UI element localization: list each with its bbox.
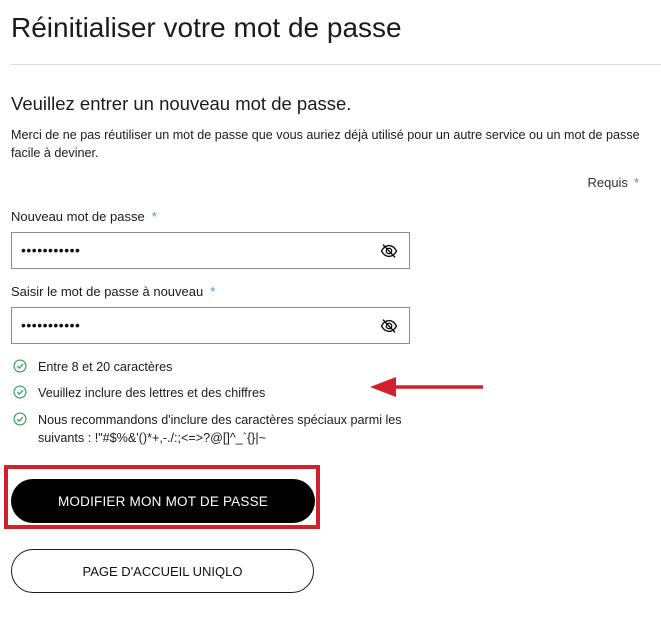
new-password-label-text: Nouveau mot de passe	[11, 209, 145, 224]
home-page-button[interactable]: PAGE D'ACCUEIL UNIQLO	[11, 549, 314, 593]
new-password-label: Nouveau mot de passe *	[11, 209, 157, 224]
required-star: *	[210, 284, 216, 299]
eye-slash-icon[interactable]	[380, 317, 398, 335]
required-star: *	[633, 175, 639, 190]
rule-text: Veuillez inclure des lettres et des chif…	[38, 386, 266, 400]
modify-password-button[interactable]: MODIFIER MON MOT DE PASSE	[11, 479, 315, 523]
required-star: *	[151, 209, 157, 224]
rule-length: Entre 8 et 20 caractères	[13, 358, 433, 376]
confirm-password-value: •••••••••••	[21, 317, 81, 333]
rule-text: Nous recommandons d'inclure des caractèr…	[38, 413, 402, 445]
new-password-value: •••••••••••	[21, 242, 81, 258]
page-title: Réinitialiser votre mot de passe	[11, 12, 402, 43]
title-divider	[10, 64, 661, 65]
form-subtitle: Veuillez entrer un nouveau mot de passe.	[11, 93, 352, 114]
annotation-arrow-icon	[370, 377, 483, 397]
rule-text: Entre 8 et 20 caractères	[38, 360, 173, 374]
check-circle-icon	[13, 385, 27, 399]
confirm-password-label: Saisir le mot de passe à nouveau *	[11, 284, 215, 299]
confirm-password-label-text: Saisir le mot de passe à nouveau	[11, 284, 204, 299]
check-circle-icon	[13, 359, 27, 373]
required-note-label: Requis	[587, 175, 628, 190]
new-password-input[interactable]: •••••••••••	[11, 232, 410, 269]
required-note: Requis *	[587, 175, 639, 190]
form-description: Merci de ne pas réutiliser un mot de pas…	[11, 128, 640, 160]
confirm-password-input[interactable]: •••••••••••	[11, 307, 410, 344]
eye-slash-icon[interactable]	[380, 242, 398, 260]
check-circle-icon	[13, 412, 27, 426]
rule-special-chars: Nous recommandons d'inclure des caractèr…	[13, 411, 433, 447]
